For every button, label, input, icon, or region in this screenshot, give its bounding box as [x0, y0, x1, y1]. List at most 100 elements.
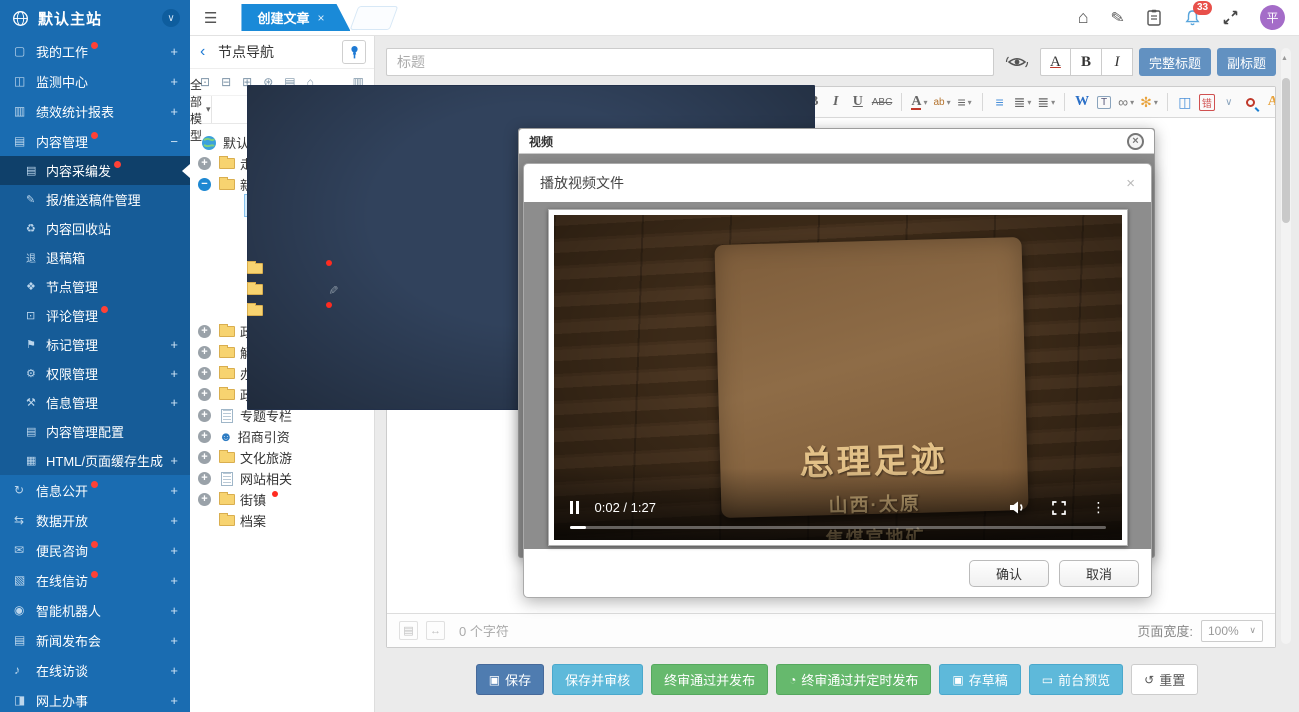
sidebar-item[interactable]: ✉便民咨询+	[0, 535, 190, 565]
expand-icon[interactable]: +	[170, 663, 178, 678]
sidebar-item[interactable]: ▧在线信访+	[0, 565, 190, 595]
expand-icon[interactable]: +	[170, 513, 178, 528]
sidebar-item[interactable]: ▥绩效统计报表+	[0, 96, 190, 126]
expand-toggle-icon[interactable]: +	[198, 472, 211, 485]
expand-toggle-icon[interactable]: +	[198, 367, 211, 380]
expand-icon[interactable]: +	[170, 104, 178, 119]
proofread-icon[interactable]: 错	[1197, 90, 1217, 114]
sidebar-item[interactable]: ✎报/推送稿件管理	[0, 185, 190, 214]
article-title-input[interactable]	[386, 48, 994, 76]
play-video-close-icon[interactable]: ×	[1126, 175, 1135, 192]
scrollbar[interactable]: ▲	[1281, 48, 1291, 644]
sidebar-item[interactable]: ⚒信息管理+	[0, 388, 190, 417]
sidebar-item[interactable]: ▦HTML/页面缓存生成+	[0, 446, 190, 475]
tree-node[interactable]: 档案	[196, 510, 370, 531]
magic-icon[interactable]: ✻▾	[1138, 90, 1160, 114]
align-icon[interactable]: ≡▾	[955, 90, 975, 114]
tree-node[interactable]: +网站相关	[196, 468, 370, 489]
expand-icon[interactable]: +	[170, 483, 178, 498]
tree-node[interactable]: 视频新闻	[196, 237, 370, 258]
action-button[interactable]: ▭前台预览	[1029, 664, 1123, 695]
action-button[interactable]: ▣存草稿	[939, 664, 1020, 695]
preview-eye-icon[interactable]	[994, 52, 1040, 72]
expand-toggle-icon[interactable]: +	[198, 346, 211, 359]
search-doc-icon[interactable]	[1241, 90, 1261, 114]
sidebar-item[interactable]: ◉智能机器人+	[0, 595, 190, 625]
confirm-button[interactable]: 确认	[969, 560, 1049, 587]
sidebar-item[interactable]: ♻内容回收站	[0, 214, 190, 243]
sidebar-item[interactable]: ▤内容管理配置	[0, 417, 190, 446]
tab-close-icon[interactable]: ×	[317, 11, 324, 25]
font-manage-icon[interactable]: A	[1263, 90, 1275, 114]
action-button[interactable]: ◔终审通过并定时发布	[776, 664, 931, 695]
font-color-icon[interactable]: A▾	[909, 90, 929, 114]
video-player[interactable]: 总理足迹 山西·太原 焦煤官地矿 2016.1.5 0:02 / 1:27	[554, 215, 1122, 540]
action-button[interactable]: 终审通过并发布	[651, 664, 768, 695]
expand-toggle-icon[interactable]: +	[198, 157, 211, 170]
sidebar-item[interactable]: 退退稿箱	[0, 243, 190, 272]
site-header[interactable]: 默认主站 ∨	[0, 0, 190, 36]
expand-icon[interactable]: +	[170, 453, 178, 468]
tree-node[interactable]: +☻招商引资	[196, 426, 370, 447]
tree-node[interactable]: +街镇	[196, 489, 370, 510]
subtitle-button[interactable]: 副标题	[1217, 48, 1276, 76]
avatar[interactable]: 平	[1260, 5, 1285, 30]
bell-icon[interactable]: 33	[1184, 9, 1201, 27]
expand-icon[interactable]: +	[170, 337, 178, 352]
expand-icon[interactable]: +	[170, 603, 178, 618]
panel-back-icon[interactable]: ‹	[200, 43, 218, 61]
unordered-list-icon[interactable]: ≣▾	[1035, 90, 1057, 114]
expand-toggle-icon[interactable]: +	[198, 325, 211, 338]
sidebar-item[interactable]: ⚑标记管理+	[0, 330, 190, 359]
expand-icon[interactable]: +	[170, 395, 178, 410]
expand-icon[interactable]: +	[170, 633, 178, 648]
model-filter-select[interactable]: 全部模型▾	[190, 96, 212, 123]
reset-button[interactable]: ↺重置	[1131, 664, 1198, 695]
page-width-select[interactable]: 100%∨	[1201, 620, 1263, 642]
fullscreen-icon[interactable]	[1223, 10, 1238, 25]
video-progress-bar[interactable]	[570, 526, 1106, 529]
expand-icon[interactable]: −	[170, 134, 178, 149]
video-menu-icon[interactable]: ⋮	[1092, 499, 1106, 516]
sidebar-item[interactable]: ◨网上办事+	[0, 685, 190, 712]
collapse-toggle-icon[interactable]: −	[198, 178, 211, 191]
element-path-icon[interactable]: ▤	[399, 621, 418, 640]
sidebar-item[interactable]: ❖节点管理	[0, 272, 190, 301]
sidebar-item[interactable]: ↻信息公开+	[0, 475, 190, 505]
cancel-button[interactable]: 取消	[1059, 560, 1139, 587]
full-title-button[interactable]: 完整标题	[1139, 48, 1211, 76]
sidebar-item[interactable]: ⇆数据开放+	[0, 505, 190, 535]
indent-icon[interactable]: ≡	[990, 90, 1010, 114]
title-color-button[interactable]: A	[1040, 48, 1071, 76]
more-icon[interactable]: ∨	[1219, 90, 1239, 114]
sidebar-collapse-icon[interactable]: ∨	[162, 9, 180, 27]
auto-width-icon[interactable]: ↔	[426, 621, 445, 640]
quill-icon[interactable]: ✎	[1109, 6, 1126, 28]
home-icon[interactable]: ⌂	[1078, 7, 1089, 28]
expand-icon[interactable]: +	[170, 543, 178, 558]
expand-toggle-icon[interactable]: +	[198, 430, 211, 443]
paste-text-icon[interactable]: T	[1094, 90, 1114, 114]
sidebar-item[interactable]: ▤内容采编发	[0, 156, 190, 185]
expand-icon[interactable]: +	[170, 573, 178, 588]
expand-icon[interactable]: +	[170, 44, 178, 59]
expand-toggle-icon[interactable]: +	[198, 388, 211, 401]
word-import-icon[interactable]: W	[1072, 90, 1092, 114]
expand-toggle-icon[interactable]: +	[198, 409, 211, 422]
sidebar-item[interactable]: ⊡评论管理	[0, 301, 190, 330]
sidebar-item[interactable]: ▤内容管理−	[0, 126, 190, 156]
sidebar-item[interactable]: ⚙权限管理+	[0, 359, 190, 388]
expand-toggle-icon[interactable]: +	[198, 493, 211, 506]
tree-collapse-icon[interactable]: ⊟	[221, 75, 231, 89]
volume-icon[interactable]	[1009, 500, 1026, 515]
expand-icon[interactable]: +	[170, 74, 178, 89]
tab-create-article[interactable]: 创建文章 ×	[241, 4, 350, 31]
pin-icon[interactable]	[342, 40, 366, 64]
link-icon[interactable]: ∞▾	[1116, 90, 1136, 114]
collapse-menu-icon[interactable]: ☰	[204, 9, 217, 27]
video-fullscreen-icon[interactable]	[1052, 501, 1066, 515]
video-dialog-close-icon[interactable]: ×	[1127, 133, 1144, 150]
highlight-icon[interactable]: ab▾	[931, 90, 952, 114]
expand-icon[interactable]: +	[170, 693, 178, 708]
expand-toggle-icon[interactable]: +	[198, 451, 211, 464]
